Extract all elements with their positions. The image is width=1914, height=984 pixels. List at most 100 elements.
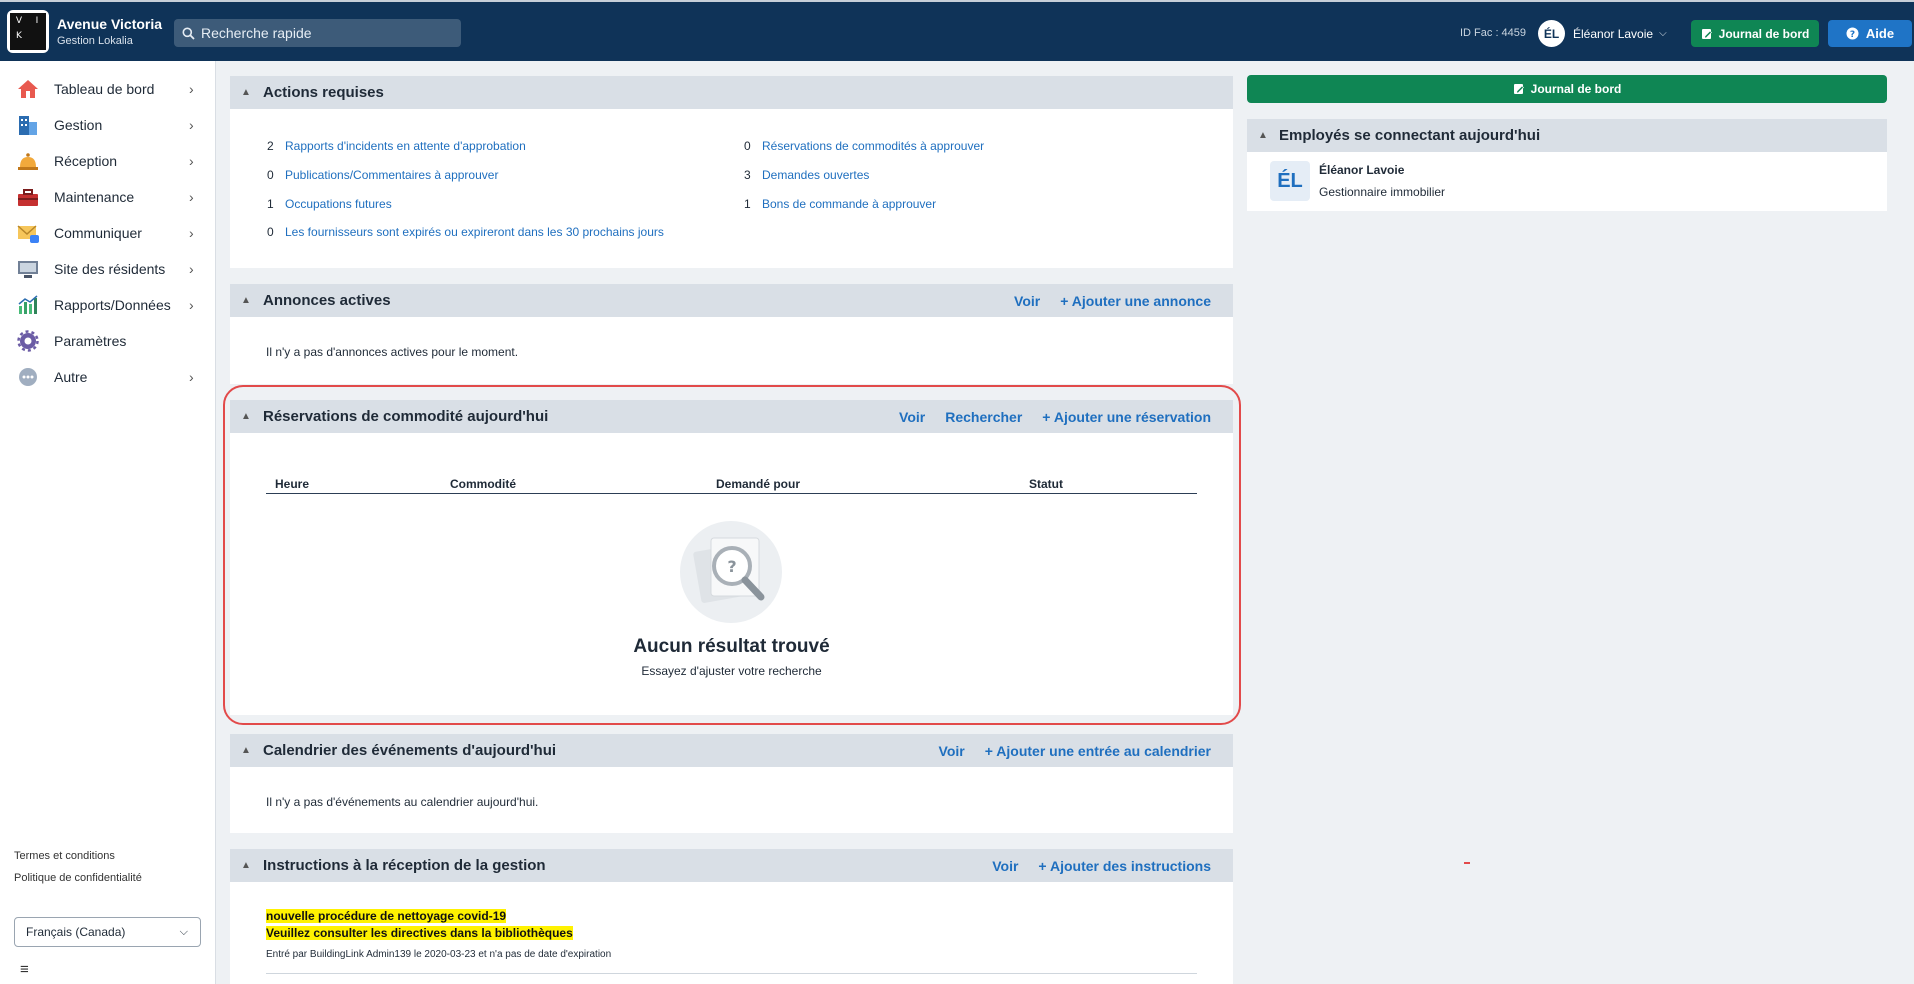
action-link[interactable]: Les fournisseurs sont expirés ou expirer… xyxy=(285,225,664,239)
card-header[interactable]: ▲ Calendrier des événements d'aujourd'hu… xyxy=(230,734,1233,767)
journal-wide-button[interactable]: Journal de bord xyxy=(1247,75,1887,103)
more-icon xyxy=(19,368,37,386)
action-item[interactable]: 1 Occupations futures xyxy=(267,197,392,211)
app-logo[interactable]: V I K xyxy=(7,10,49,53)
chevron-right-icon: › xyxy=(189,225,194,241)
employees-card: ▲ Employés se connectant aujourd'hui ÉL … xyxy=(1247,119,1887,211)
top-bar: V I K Avenue Victoria Gestion Lokalia ID… xyxy=(0,0,1914,61)
help-button[interactable]: ? Aide xyxy=(1828,20,1912,47)
help-icon: ? xyxy=(1846,27,1859,40)
chevron-right-icon: › xyxy=(189,117,194,133)
action-item[interactable]: 0 Les fournisseurs sont expirés ou expir… xyxy=(267,225,664,239)
empty-message: Il n'y a pas d'annonces actives pour le … xyxy=(266,345,519,359)
card-title: Calendrier des événements d'aujourd'hui xyxy=(263,742,557,759)
sidebar-item-management[interactable]: Gestion › xyxy=(0,108,216,142)
card-title: Instructions à la réception de la gestio… xyxy=(263,857,546,874)
notebook-icon xyxy=(1513,84,1524,94)
sidebar-item-label: Site des résidents xyxy=(54,261,166,277)
user-name: Éléanor Lavoie xyxy=(1573,26,1654,41)
chevron-right-icon: › xyxy=(189,153,194,169)
sidebar-item-settings[interactable]: Paramètres xyxy=(0,324,216,358)
privacy-link[interactable]: Politique de confidentialité xyxy=(14,872,142,884)
sidebar-item-label: Gestion xyxy=(54,117,103,133)
action-link[interactable]: Réservations de commodités à approuver xyxy=(762,139,984,153)
card-actions: Voir + Ajouter une annonce xyxy=(1014,293,1211,309)
action-link[interactable]: Publications/Commentaires à approuver xyxy=(285,168,498,182)
action-link[interactable]: Occupations futures xyxy=(285,197,392,211)
action-item[interactable]: 2 Rapports d'incidents en attente d'appr… xyxy=(267,139,526,153)
add-calendar-entry-link[interactable]: + Ajouter une entrée au calendrier xyxy=(985,743,1211,759)
add-announcement-link[interactable]: + Ajouter une annonce xyxy=(1060,293,1211,309)
card-actions: Voir + Ajouter des instructions xyxy=(992,858,1211,874)
sidebar-item-dashboard[interactable]: Tableau de bord › xyxy=(0,72,216,106)
action-count: 2 xyxy=(267,139,274,153)
sidebar: Tableau de bord › Gestion › Réception › … xyxy=(0,61,216,984)
action-item[interactable]: 0 Réservations de commodités à approuver xyxy=(744,139,984,153)
view-link[interactable]: Voir xyxy=(992,858,1018,874)
action-item[interactable]: 0 Publications/Commentaires à approuver xyxy=(267,168,498,182)
toolbox-icon xyxy=(18,189,38,206)
action-count: 0 xyxy=(267,225,274,239)
caret-up-icon[interactable]: ▲ xyxy=(241,860,251,871)
view-link[interactable]: Voir xyxy=(1014,293,1040,309)
sidebar-item-reports[interactable]: Rapports/Données › xyxy=(0,288,216,322)
journal-label: Journal de bord xyxy=(1718,26,1810,41)
caret-up-icon[interactable]: ▲ xyxy=(241,745,251,756)
caret-up-icon[interactable]: ▲ xyxy=(241,295,251,306)
calendar-card: ▲ Calendrier des événements d'aujourd'hu… xyxy=(230,734,1233,833)
language-value: Français (Canada) xyxy=(26,925,126,939)
sidebar-item-label: Tableau de bord xyxy=(54,81,155,97)
card-header[interactable]: ▲ Actions requises xyxy=(230,76,1233,109)
action-count: 3 xyxy=(744,168,751,182)
organization-info[interactable]: Avenue Victoria Gestion Lokalia xyxy=(57,16,162,47)
sidebar-item-reception[interactable]: Réception › xyxy=(0,144,216,178)
action-link[interactable]: Bons de commande à approuver xyxy=(762,197,936,211)
chevron-right-icon: › xyxy=(189,369,194,385)
action-item[interactable]: 1 Bons de commande à approuver xyxy=(744,197,936,211)
sidebar-item-communicate[interactable]: Communiquer › xyxy=(0,216,216,250)
announcements-card: ▲ Annonces actives Voir + Ajouter une an… xyxy=(230,284,1233,384)
instruction-line: nouvelle procédure de nettoyage covid-19 xyxy=(266,909,507,923)
building-icon xyxy=(19,116,37,135)
instruction-item[interactable]: nouvelle procédure de nettoyage covid-19… xyxy=(266,908,611,960)
sidebar-item-other[interactable]: Autre › xyxy=(0,360,216,394)
collapse-sidebar-icon[interactable]: ≡ xyxy=(20,961,29,978)
sidebar-item-label: Réception xyxy=(54,153,118,169)
card-header[interactable]: ▲ Employés se connectant aujourd'hui xyxy=(1247,119,1887,152)
language-select[interactable]: Français (Canada) ⌵ xyxy=(14,917,201,947)
search-input[interactable] xyxy=(201,25,451,41)
instruction-line: Veuillez consulter les directives dans l… xyxy=(266,926,573,940)
avatar: ÉL xyxy=(1538,20,1565,47)
sidebar-item-resident-site[interactable]: Site des résidents › xyxy=(0,252,216,286)
chevron-right-icon: › xyxy=(189,297,194,313)
card-title: Employés se connectant aujourd'hui xyxy=(1279,127,1541,144)
terms-link[interactable]: Termes et conditions xyxy=(14,850,115,862)
employee-role: Gestionnaire immobilier xyxy=(1319,185,1446,199)
chevron-right-icon: › xyxy=(189,261,194,277)
help-label: Aide xyxy=(1865,26,1895,41)
journal-button[interactable]: Journal de bord xyxy=(1691,20,1819,47)
instructions-card: ▲ Instructions à la réception de la gest… xyxy=(230,849,1233,984)
instruction-meta: Entré par BuildingLink Admin139 le 2020-… xyxy=(266,949,612,960)
caret-up-icon[interactable]: ▲ xyxy=(241,87,251,98)
logo-mark: V I K xyxy=(10,13,46,50)
card-actions: Voir + Ajouter une entrée au calendrier xyxy=(939,743,1211,759)
logo-letter: V xyxy=(15,15,23,26)
add-instructions-link[interactable]: + Ajouter des instructions xyxy=(1038,858,1211,874)
house-icon xyxy=(18,80,38,98)
action-link[interactable]: Demandes ouvertes xyxy=(762,168,869,182)
sidebar-item-label: Paramètres xyxy=(54,333,127,349)
employee-name[interactable]: Éléanor Lavoie xyxy=(1319,163,1404,177)
notebook-icon xyxy=(1701,28,1712,39)
action-link[interactable]: Rapports d'incidents en attente d'approb… xyxy=(285,139,526,153)
user-menu[interactable]: ÉL Éléanor Lavoie ⌵ xyxy=(1538,20,1667,47)
sidebar-item-maintenance[interactable]: Maintenance › xyxy=(0,180,216,214)
card-header[interactable]: ▲ Annonces actives Voir + Ajouter une an… xyxy=(230,284,1233,317)
highlight-ring xyxy=(223,385,1241,725)
view-link[interactable]: Voir xyxy=(939,743,965,759)
caret-up-icon[interactable]: ▲ xyxy=(1258,130,1268,141)
quick-search xyxy=(174,19,461,47)
action-item[interactable]: 3 Demandes ouvertes xyxy=(744,168,869,182)
card-header[interactable]: ▲ Instructions à la réception de la gest… xyxy=(230,849,1233,882)
empty-message: Il n'y a pas d'événements au calendrier … xyxy=(266,795,539,809)
